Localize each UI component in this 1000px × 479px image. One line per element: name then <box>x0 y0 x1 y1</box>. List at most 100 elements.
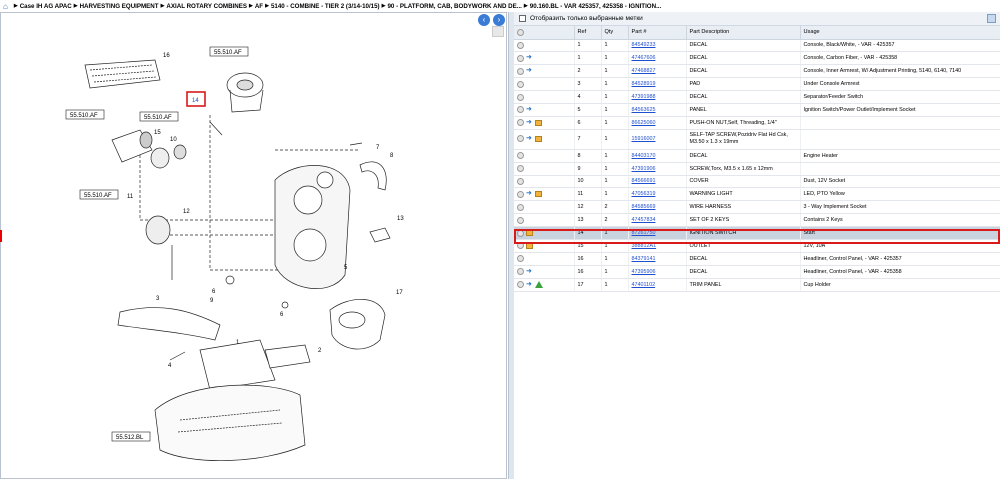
row-part-number[interactable]: 84379141 <box>628 252 687 266</box>
part-number-link[interactable]: 84528919 <box>632 81 656 87</box>
row-part-number[interactable]: 47467606 <box>628 51 687 66</box>
table-row[interactable]: 10 1 84566691 COVER Dust, 12V Socket <box>514 175 1000 189</box>
part-number-link[interactable]: 47056319 <box>632 191 656 197</box>
part-number-link[interactable]: 47457834 <box>632 217 656 223</box>
expand-icon[interactable] <box>517 229 524 237</box>
table-row[interactable]: 16 1 84379141 DECAL Headliner, Control Panel… <box>514 252 1000 266</box>
part-number-link[interactable]: 47401102 <box>632 282 656 288</box>
part-number-link[interactable]: 388812A1 <box>632 243 657 249</box>
breadcrumb-item[interactable]: Case IH AG APAC <box>20 3 72 10</box>
part-number-link[interactable]: 47468827 <box>632 68 656 74</box>
expand-icon[interactable] <box>517 67 524 75</box>
expand-icon[interactable] <box>517 177 524 185</box>
table-row[interactable]: 13 2 47457834 SET OF 2 KEYS Contains 2 Keys <box>514 213 1000 228</box>
part-number-link[interactable]: 47467606 <box>632 55 656 61</box>
green-arrow-icon[interactable] <box>535 281 543 289</box>
row-part-number[interactable]: 47401102 <box>628 278 687 292</box>
package-icon[interactable] <box>535 191 542 198</box>
table-row[interactable]: ➜ 7 1 15916007 SELF-TAP SCREW,Pozidriv Flat … <box>514 129 1000 150</box>
expand-icon[interactable] <box>517 216 524 224</box>
supersession-arrow-icon[interactable]: ➜ <box>526 54 533 61</box>
part-number-link[interactable]: 84585669 <box>632 204 656 210</box>
header-part[interactable]: Part # <box>628 26 687 40</box>
supersession-arrow-icon[interactable]: ➜ <box>526 119 533 126</box>
row-part-number[interactable]: 388812A1 <box>628 239 687 253</box>
header-qty[interactable]: Qty <box>601 26 629 40</box>
filter-checkbox[interactable] <box>519 15 526 22</box>
row-part-number[interactable]: 84566691 <box>628 175 687 189</box>
breadcrumb-item[interactable]: 90 - PLATFORM, CAB, BODYWORK AND DE... <box>387 3 521 10</box>
export-icon[interactable] <box>987 14 996 23</box>
part-number-link[interactable]: 84566691 <box>632 178 656 184</box>
package-icon[interactable] <box>535 119 542 126</box>
next-arrow-icon[interactable]: › <box>493 14 505 26</box>
expand-icon[interactable] <box>517 80 524 88</box>
row-part-number[interactable]: 86625060 <box>628 116 687 130</box>
previous-arrow-icon[interactable]: ‹ <box>478 14 490 26</box>
row-part-number[interactable]: 15916007 <box>628 129 687 150</box>
part-number-link[interactable]: 87261750 <box>632 230 656 236</box>
expand-icon[interactable] <box>517 165 524 173</box>
row-part-number[interactable]: 47468827 <box>628 64 687 79</box>
table-row[interactable]: ➜ 2 1 47468827 DECAL Console, Inner Armrest, … <box>514 64 1000 79</box>
header-usage[interactable]: Usage <box>800 26 1000 40</box>
part-number-link[interactable]: 47391906 <box>632 166 656 172</box>
expand-icon[interactable] <box>517 190 524 198</box>
part-number-link[interactable]: 84403170 <box>632 153 656 159</box>
table-row[interactable]: ➜ 17 1 47401102 TRIM PANEL Cup Holder <box>514 278 1000 292</box>
supersession-arrow-icon[interactable]: ➜ <box>526 67 533 74</box>
expand-icon[interactable] <box>517 281 524 289</box>
table-row[interactable]: ➜ 11 1 47056319 WARNING LIGHT LED, PTO Yellow <box>514 187 1000 202</box>
row-part-number[interactable]: 47391906 <box>628 162 687 176</box>
supersession-arrow-icon[interactable]: ➜ <box>526 281 533 288</box>
table-row[interactable]: ➜ 5 1 84563625 PANEL Ignition Switch/Power Ou… <box>514 103 1000 117</box>
header-ref[interactable]: Ref <box>574 26 602 40</box>
row-part-number[interactable]: 87261750 <box>628 226 687 240</box>
row-part-number[interactable]: 47056319 <box>628 187 687 202</box>
settings-icon[interactable] <box>517 28 524 36</box>
home-icon[interactable]: ⌂ <box>3 2 8 11</box>
breadcrumb-item[interactable]: AF <box>255 3 263 10</box>
row-part-number[interactable]: 84403170 <box>628 149 687 163</box>
table-row[interactable]: 15 1 388812A1 OUTLET 12V, 10A <box>514 239 1000 253</box>
package-icon[interactable] <box>535 135 542 142</box>
header-description[interactable]: Part Description <box>686 26 801 40</box>
package-icon[interactable] <box>526 242 533 249</box>
part-number-link[interactable]: 84379141 <box>632 256 656 262</box>
expand-icon[interactable] <box>517 268 524 276</box>
expand-icon[interactable] <box>517 255 524 263</box>
expand-icon[interactable] <box>517 41 524 49</box>
part-number-link[interactable]: 15916007 <box>632 136 656 142</box>
part-number-link[interactable]: 47395906 <box>632 269 656 275</box>
expand-icon[interactable] <box>517 54 524 62</box>
expand-icon[interactable] <box>517 119 524 127</box>
row-part-number[interactable]: 47395906 <box>628 265 687 279</box>
table-row[interactable]: 3 1 84528919 PAD Under Console Armrest <box>514 77 1000 92</box>
table-row[interactable]: 9 1 47391906 SCREW,Torx, M3.5 x 1.65 x 12mm <box>514 162 1000 176</box>
expand-icon[interactable] <box>517 135 524 143</box>
supersession-arrow-icon[interactable]: ➜ <box>526 190 533 197</box>
package-icon[interactable] <box>526 230 533 237</box>
table-row[interactable]: ➜ 16 1 47395906 DECAL Headliner, Control Pane… <box>514 265 1000 279</box>
table-row[interactable]: 8 1 84403170 DECAL Engine Heater <box>514 149 1000 163</box>
row-part-number[interactable]: 84528919 <box>628 77 687 92</box>
table-row[interactable]: 14 1 87261750 IGNITION SWITCH Start <box>514 226 1000 240</box>
diagram-scrollbar[interactable] <box>492 26 504 37</box>
row-part-number[interactable]: 47391988 <box>628 90 687 104</box>
supersession-arrow-icon[interactable]: ➜ <box>526 135 533 142</box>
expand-icon[interactable] <box>517 93 524 101</box>
part-number-link[interactable]: 86625060 <box>632 120 656 126</box>
table-row[interactable]: ➜ 1 1 47467606 DECAL Console, Carbon Fiber, -… <box>514 51 1000 66</box>
row-part-number[interactable]: 47457834 <box>628 213 687 228</box>
breadcrumb-item[interactable]: AXIAL ROTARY COMBINES <box>166 3 247 10</box>
table-row[interactable]: 1 1 84549233 DECAL Console, Black/White, - V… <box>514 39 1000 53</box>
part-number-link[interactable]: 84549233 <box>632 42 656 48</box>
row-part-number[interactable]: 84563625 <box>628 103 687 117</box>
supersession-arrow-icon[interactable]: ➜ <box>526 268 533 275</box>
part-number-link[interactable]: 47391988 <box>632 94 656 100</box>
table-row[interactable]: 12 2 84585669 WIRE HARNESS 3 - Way Implement… <box>514 200 1000 215</box>
expand-icon[interactable] <box>517 152 524 160</box>
expand-icon[interactable] <box>517 242 524 250</box>
expand-icon[interactable] <box>517 203 524 211</box>
expand-icon[interactable] <box>517 106 524 114</box>
